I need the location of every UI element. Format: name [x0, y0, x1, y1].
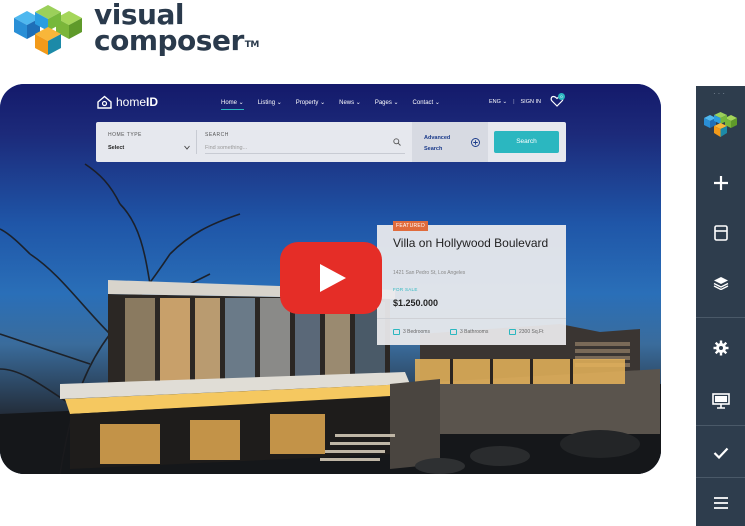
toolbar-layers[interactable] — [696, 268, 745, 298]
monitor-icon — [711, 393, 730, 409]
brand-name-light: home — [116, 95, 147, 109]
advanced-label-line2: Search — [424, 146, 443, 152]
home-type-select[interactable]: Select — [108, 145, 124, 151]
chevron-down-icon[interactable] — [184, 145, 190, 150]
visual-composer-logo: visual composerTM — [12, 1, 259, 56]
listing-title[interactable]: Villa on Hollywood Boulevard — [393, 236, 553, 250]
logo-wordmark: visual composerTM — [94, 1, 260, 57]
search-divider — [196, 130, 197, 154]
card-divider — [377, 318, 566, 319]
wishlist-count-badge: 0 — [558, 93, 565, 100]
site-brand[interactable]: home ID — [97, 95, 158, 109]
nav-item-listing[interactable]: Listing ⌄ — [258, 99, 282, 110]
toolbar-responsive-view[interactable] — [696, 386, 745, 416]
nav-right: ENG ⌄ | SIGN IN — [489, 99, 541, 105]
toolbar-separator — [696, 317, 745, 318]
gear-icon — [713, 340, 728, 356]
plus-circle-icon[interactable] — [471, 138, 480, 147]
sign-in-link[interactable]: SIGN IN — [521, 99, 541, 105]
area-icon — [509, 329, 516, 335]
listing-price: $1.250.000 — [393, 298, 439, 308]
featured-listing-card[interactable]: FEATURED Villa on Hollywood Boulevard 14… — [377, 221, 566, 345]
nav-item-contact[interactable]: Contact ⌄ — [413, 99, 440, 110]
trademark-mark: TM — [244, 40, 260, 50]
website-preview: home ID Home ⌄ Listing ⌄ Property ⌄ News … — [0, 84, 661, 474]
vc-logo-icon — [703, 112, 737, 137]
search-underline — [205, 153, 405, 154]
language-select[interactable]: ENG ⌄ — [489, 99, 507, 105]
layout-icon — [713, 225, 728, 241]
site-menu: Home ⌄ Listing ⌄ Property ⌄ News ⌄ Pages… — [221, 99, 454, 110]
toolbar-settings[interactable] — [696, 333, 745, 363]
toolbar-add-element[interactable] — [696, 168, 745, 198]
toolbar-menu[interactable] — [696, 488, 745, 518]
toolbar-separator — [696, 425, 745, 426]
drag-handle-icon[interactable]: ··· — [713, 89, 727, 98]
check-icon — [713, 447, 728, 459]
featured-badge: FEATURED — [393, 221, 428, 231]
bath-icon — [450, 329, 457, 335]
toolbar-publish[interactable] — [696, 438, 745, 468]
nav-separator: | — [513, 99, 515, 105]
search-label: SEARCH — [205, 132, 229, 138]
play-icon — [320, 264, 346, 292]
property-search-bar: HOME TYPE Select SEARCH Find something..… — [96, 122, 566, 162]
bed-icon — [393, 329, 400, 335]
area-text: 2300 Sq.Ft — [519, 329, 544, 335]
home-logo-icon — [97, 95, 112, 109]
advanced-label-line1: Advanced — [424, 135, 451, 141]
bedrooms-text: 3 Bedrooms — [403, 329, 430, 335]
nav-item-news[interactable]: News ⌄ — [339, 99, 361, 110]
bathrooms-feature: 3 Bathrooms — [450, 329, 488, 335]
bedrooms-feature: 3 Bedrooms — [393, 329, 430, 335]
nav-item-home[interactable]: Home ⌄ — [221, 99, 244, 110]
layers-icon — [713, 277, 728, 290]
menu-icon — [713, 497, 728, 509]
nav-item-pages[interactable]: Pages ⌄ — [375, 99, 399, 110]
search-input[interactable]: Find something... — [205, 145, 247, 151]
toolbar-vc-logo[interactable] — [696, 110, 745, 140]
site-navbar: home ID Home ⌄ Listing ⌄ Property ⌄ News … — [0, 84, 661, 122]
bathrooms-text: 3 Bathrooms — [460, 329, 489, 335]
brand-name-bold: ID — [146, 95, 159, 109]
nav-item-property[interactable]: Property ⌄ — [296, 99, 325, 110]
toolbar-separator — [696, 477, 745, 478]
search-icon[interactable] — [393, 138, 401, 146]
home-type-label: HOME TYPE — [108, 132, 142, 138]
listing-address: 1421 San Pedro St, Los Angeles — [393, 270, 466, 276]
logo-line-composer: composer — [94, 24, 244, 57]
plus-icon — [713, 176, 728, 190]
vc-cubes-logo-icon — [14, 5, 82, 55]
editor-toolbar: ··· — [696, 86, 745, 526]
area-feature: 2300 Sq.Ft — [509, 329, 543, 335]
listing-status: FOR SALE — [393, 287, 418, 292]
video-play-button[interactable] — [280, 242, 382, 314]
advanced-search-link[interactable]: Advanced Search — [424, 133, 450, 155]
search-button[interactable]: Search — [494, 131, 559, 153]
toolbar-templates[interactable] — [696, 218, 745, 248]
